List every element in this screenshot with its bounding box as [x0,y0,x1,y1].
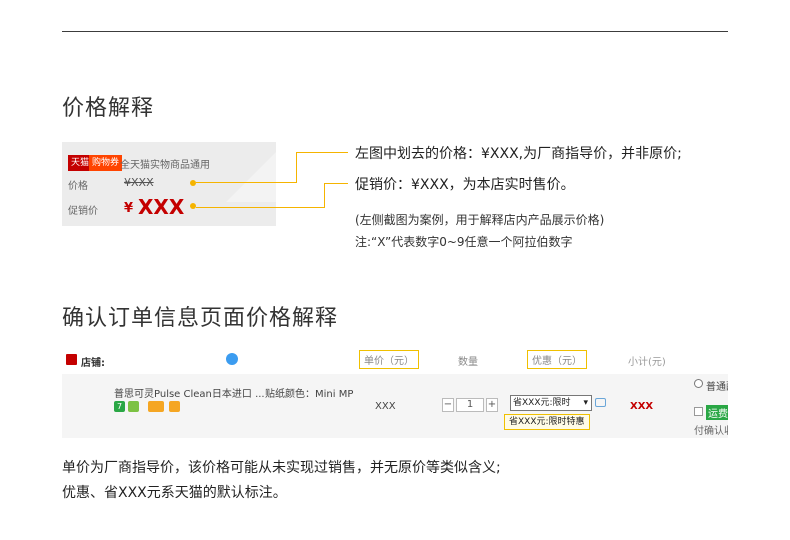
note-case-explanation: (左侧截图为案例，用于解释店内产品展示价格) [355,213,605,227]
section-title-order-price: 确认订单信息页面价格解释 [62,306,339,331]
shop-label: 店铺: [81,358,105,369]
annotation-promo-price: 促销价：¥XXX，为本店实时售价。 [355,177,575,193]
promo-currency: ¥ [124,201,134,216]
pay-confirm-text: 付确认收 [694,426,728,437]
service-invoice-icon [169,401,180,412]
message-icon[interactable] [595,398,606,407]
note-x-meaning: 注:“X”代表数字0~9任意一个阿拉伯数字 [355,235,573,249]
header-subtotal: 小计(元) [628,357,666,368]
connector-line-1a [196,182,297,183]
connector-line-2a [196,207,325,208]
discount-tooltip: 省XXX元:限时特惠 [504,414,590,430]
coupon-badge: 购物券 [89,155,123,171]
table-row: 普思可灵Pulse Clean日本进口 ... 贴纸颜色：Mini MP 7 X… [62,374,728,438]
table-header: 店铺: 单价（元） 数量 优惠（元） 小计(元) [62,346,728,372]
green-tag: 运费 [706,405,728,420]
connector-line-2c [324,183,348,184]
header-discount: 优惠（元） [527,350,587,369]
coupon-text: 全天猫实物商品通用 [120,160,210,171]
connector-line-1c [296,152,348,153]
section-title-price-explanation: 价格解释 [62,96,155,121]
service-card-icon [148,401,164,412]
header-quantity: 数量 [458,357,478,368]
discount-select-value: 省XXX元:限时 [513,398,571,408]
annotation-guide-price: 左图中划去的价格：¥XXX,为厂商指导价，并非原价; [355,146,682,162]
quantity-minus-button[interactable]: − [442,398,454,412]
connector-line-1b [296,152,297,183]
card-decor-triangle [226,142,276,202]
shipping-radio[interactable] [694,379,703,388]
option-checkbox[interactable] [694,407,703,416]
unit-price-value: XXX [375,401,396,412]
promo-marker-dot [190,203,196,209]
promo-label: 促销价 [68,206,98,217]
chat-icon[interactable] [226,353,238,365]
discount-select[interactable]: 省XXX元:限时 ▾ [510,395,592,411]
original-price: ¥XXX [124,176,154,189]
promo-price: XXX [138,195,185,219]
order-table: 店铺: 单价（元） 数量 优惠（元） 小计(元) 普思可灵Pulse Clean… [62,346,728,438]
top-divider [62,31,728,32]
shop-icon [66,354,77,365]
quantity-plus-button[interactable]: + [486,398,498,412]
price-sample-card: 天猫 购物券 全天猫实物商品通用 价格 ¥XXX 促销价 ¥ XXX [62,142,276,226]
product-name[interactable]: 普思可灵Pulse Clean日本进口 ... [114,385,265,400]
quantity-input[interactable]: 1 [456,398,484,412]
price-marker-dot [190,180,196,186]
footer-note-2: 优惠、省XXX元系天猫的默认标注。 [62,485,287,501]
service-guarantee-icon [128,401,139,412]
chevron-down-icon: ▾ [583,398,588,408]
price-label: 价格 [68,181,88,192]
product-spec: 贴纸颜色：Mini MP [265,389,354,400]
header-unit-price: 单价（元） [359,350,419,369]
service-7day-icon: 7 [114,401,125,412]
subtotal-value: XXX [630,401,654,412]
footer-note-1: 单价为厂商指导价，该价格可能从未实现过销售，并无原价等类似含义; [62,460,501,476]
connector-line-2b [324,183,325,208]
shipping-option-label: 普通配 [706,382,728,393]
